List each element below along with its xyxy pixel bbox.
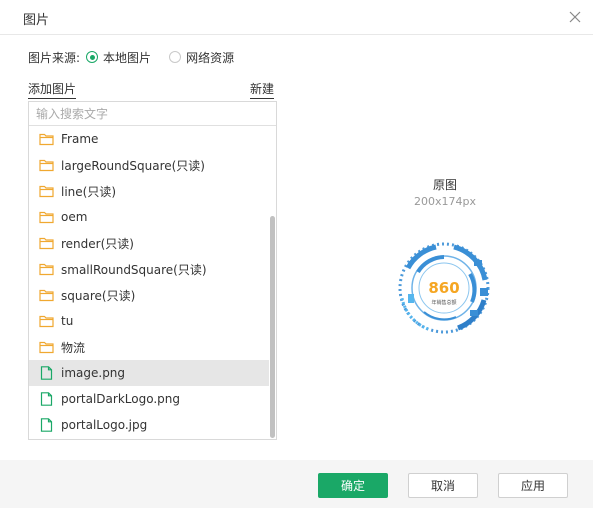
add-image-label: 添加图片 — [28, 80, 77, 99]
file-item[interactable]: portalLogo.jpg — [29, 412, 269, 438]
tree-item-label: portalDarkLogo.png — [61, 392, 180, 406]
tree-item-label: render(只读) — [61, 236, 134, 251]
folder-icon — [39, 185, 54, 198]
folder-icon — [39, 237, 54, 250]
folder-item[interactable]: 物流 — [29, 334, 269, 360]
scrollbar-thumb[interactable] — [270, 216, 275, 438]
radio-network-resource[interactable]: 网络资源 — [169, 49, 234, 66]
tree-item-label: oem — [61, 210, 88, 224]
preview-value: 860 — [428, 279, 459, 297]
tree-item-label: 物流 — [61, 340, 86, 355]
file-icon — [40, 392, 53, 406]
folder-item[interactable]: square(只读) — [29, 282, 269, 308]
cancel-button[interactable]: 取消 — [408, 473, 478, 498]
folder-item[interactable]: Frame — [29, 126, 269, 152]
folder-item[interactable]: line(只读) — [29, 178, 269, 204]
folder-icon — [39, 211, 54, 224]
tree-item-label: portalLogo.jpg — [61, 418, 148, 432]
file-icon — [40, 418, 53, 432]
folder-item[interactable]: oem — [29, 204, 269, 230]
folder-item[interactable]: largeRoundSquare(只读) — [29, 152, 269, 178]
apply-button[interactable]: 应用 — [498, 473, 568, 498]
preview-size: 200x174px — [414, 195, 476, 208]
ok-button[interactable]: 确定 — [318, 473, 388, 498]
radio-local-dot[interactable] — [86, 51, 99, 63]
folder-item[interactable]: render(只读) — [29, 230, 269, 256]
image-tree-list: Frame largeRoundSquare(只读) line(只读) oem rend… — [29, 126, 269, 438]
search-input[interactable] — [29, 102, 276, 126]
scrollbar-track[interactable] — [269, 126, 276, 439]
radio-local-image[interactable]: 本地图片 — [86, 49, 151, 66]
folder-icon — [39, 289, 54, 302]
radio-network-label: 网络资源 — [186, 50, 235, 65]
dialog-title: 图片 — [23, 13, 50, 28]
folder-icon — [39, 159, 54, 172]
image-source-row: 图片来源: 本地图片 网络资源 — [28, 48, 252, 66]
dialog-footer: 确定 取消 应用 — [0, 460, 593, 508]
radio-network-dot[interactable] — [169, 51, 182, 63]
dialog-header: 图片 — [0, 0, 593, 35]
preview-caption: 年销售总额 — [431, 299, 456, 306]
folder-icon — [39, 263, 54, 276]
tree-item-label: tu — [61, 314, 74, 328]
folder-item[interactable]: smallRoundSquare(只读) — [29, 256, 269, 282]
folder-item[interactable]: tu — [29, 308, 269, 334]
folder-icon — [39, 341, 54, 354]
radio-local-label: 本地图片 — [103, 50, 152, 65]
preview-title: 原图 — [432, 178, 457, 192]
tree-item-label: line(只读) — [61, 184, 117, 199]
image-source-label: 图片来源: — [28, 50, 81, 65]
file-item[interactable]: portalDarkLogo.png — [29, 386, 269, 412]
file-icon — [40, 366, 53, 380]
image-tree-panel: Frame largeRoundSquare(只读) line(只读) oem rend… — [28, 101, 277, 440]
folder-icon — [39, 315, 54, 328]
tree-item-label: image.png — [61, 366, 126, 380]
tree-item-label: largeRoundSquare(只读) — [61, 158, 205, 173]
file-item[interactable]: image.png — [29, 360, 269, 386]
tree-item-label: square(只读) — [61, 288, 136, 303]
close-icon[interactable] — [565, 7, 585, 27]
preview-image: 860 年销售总额 — [398, 242, 490, 334]
tree-item-label: smallRoundSquare(只读) — [61, 262, 207, 277]
new-folder-link[interactable]: 新建 — [250, 80, 275, 99]
folder-icon — [39, 133, 54, 146]
tree-item-label: Frame — [61, 132, 99, 146]
